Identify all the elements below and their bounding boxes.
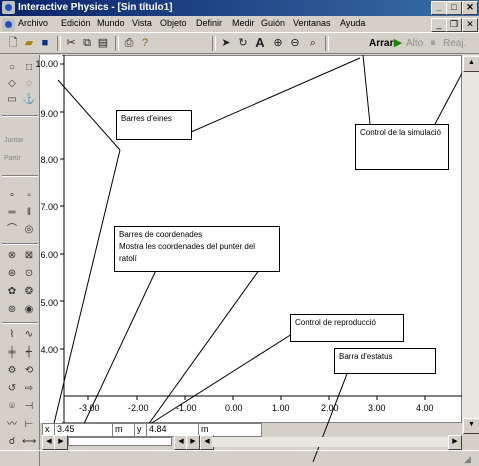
step-forward-icon[interactable]: ▶ bbox=[186, 435, 200, 450]
callout-coordinates: Barres de coordenades Mostra les coorden… bbox=[114, 226, 280, 272]
horizontal-scrollbar[interactable] bbox=[212, 437, 448, 447]
scroll-right-icon[interactable]: ▶ bbox=[448, 435, 462, 450]
callout-status: Barra d'estatus bbox=[334, 348, 436, 374]
callout-toolbars-text: Barres d'eines bbox=[121, 114, 172, 123]
resize-grip-icon[interactable]: ◢ bbox=[464, 454, 476, 466]
callout-coordinates-title: Barres de coordenades bbox=[119, 230, 203, 239]
playback-control: ◀ ▶ ◀ ▶ ◀ ▶ bbox=[40, 435, 462, 450]
callout-sim-control: Control de la simulació bbox=[355, 124, 449, 170]
callout-status-text: Barra d'estatus bbox=[339, 352, 393, 361]
callout-playback-text: Control de reproducció bbox=[295, 318, 376, 327]
vertical-scrollbar[interactable]: ▲ ▼ bbox=[462, 55, 479, 434]
callout-toolbars: Barres d'eines bbox=[116, 110, 192, 140]
coordinate-bar: x 3.45 m y 4.84 m bbox=[40, 423, 462, 437]
status-bar: ◢ bbox=[0, 450, 479, 466]
playback-tape[interactable] bbox=[68, 437, 172, 446]
callout-coordinates-desc: Mostra les coordenades del punter del ra… bbox=[119, 242, 256, 263]
scroll-down-icon[interactable]: ▼ bbox=[463, 418, 479, 434]
scroll-up-icon[interactable]: ▲ bbox=[463, 56, 479, 72]
callout-playback: Control de reproducció bbox=[290, 314, 404, 342]
callout-sim-control-text: Control de la simulació bbox=[360, 128, 441, 137]
play-icon[interactable]: ▶ bbox=[54, 435, 68, 450]
